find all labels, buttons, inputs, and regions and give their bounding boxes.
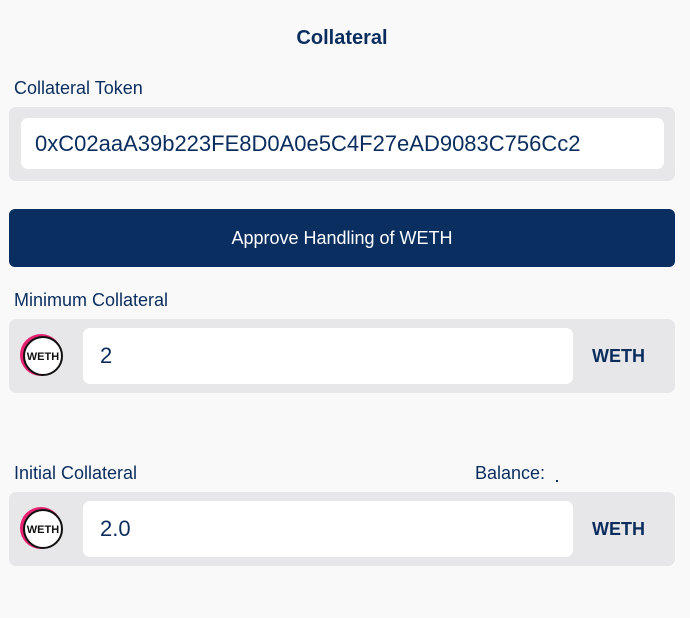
initial-collateral-label: Initial Collateral bbox=[14, 463, 138, 483]
weth-logo-text: WETH bbox=[27, 524, 59, 536]
weth-logo-icon: WETH bbox=[20, 334, 63, 376]
minimum-collateral-unit: WETH bbox=[592, 346, 645, 366]
collateral-form: Collateral Collateral Token Approve Hand… bbox=[0, 0, 690, 618]
minimum-collateral-input[interactable] bbox=[83, 328, 573, 384]
collateral-token-panel bbox=[9, 107, 675, 181]
minimum-collateral-panel: WETH WETH bbox=[9, 319, 675, 393]
balance-label: Balance: bbox=[475, 463, 546, 483]
collateral-token-label: Collateral Token bbox=[14, 78, 143, 98]
page-title: Collateral bbox=[296, 27, 388, 49]
weth-logo-icon: WETH bbox=[20, 507, 63, 549]
initial-collateral-unit: WETH bbox=[592, 519, 645, 539]
initial-collateral-panel: WETH WETH bbox=[9, 492, 675, 566]
collateral-token-input[interactable] bbox=[21, 118, 664, 169]
minimum-collateral-label: Minimum Collateral bbox=[14, 290, 169, 310]
balance-value bbox=[556, 480, 558, 482]
approve-weth-button[interactable]: Approve Handling of WETH bbox=[9, 209, 675, 267]
weth-logo-text: WETH bbox=[27, 351, 59, 363]
initial-collateral-input[interactable] bbox=[83, 501, 573, 557]
